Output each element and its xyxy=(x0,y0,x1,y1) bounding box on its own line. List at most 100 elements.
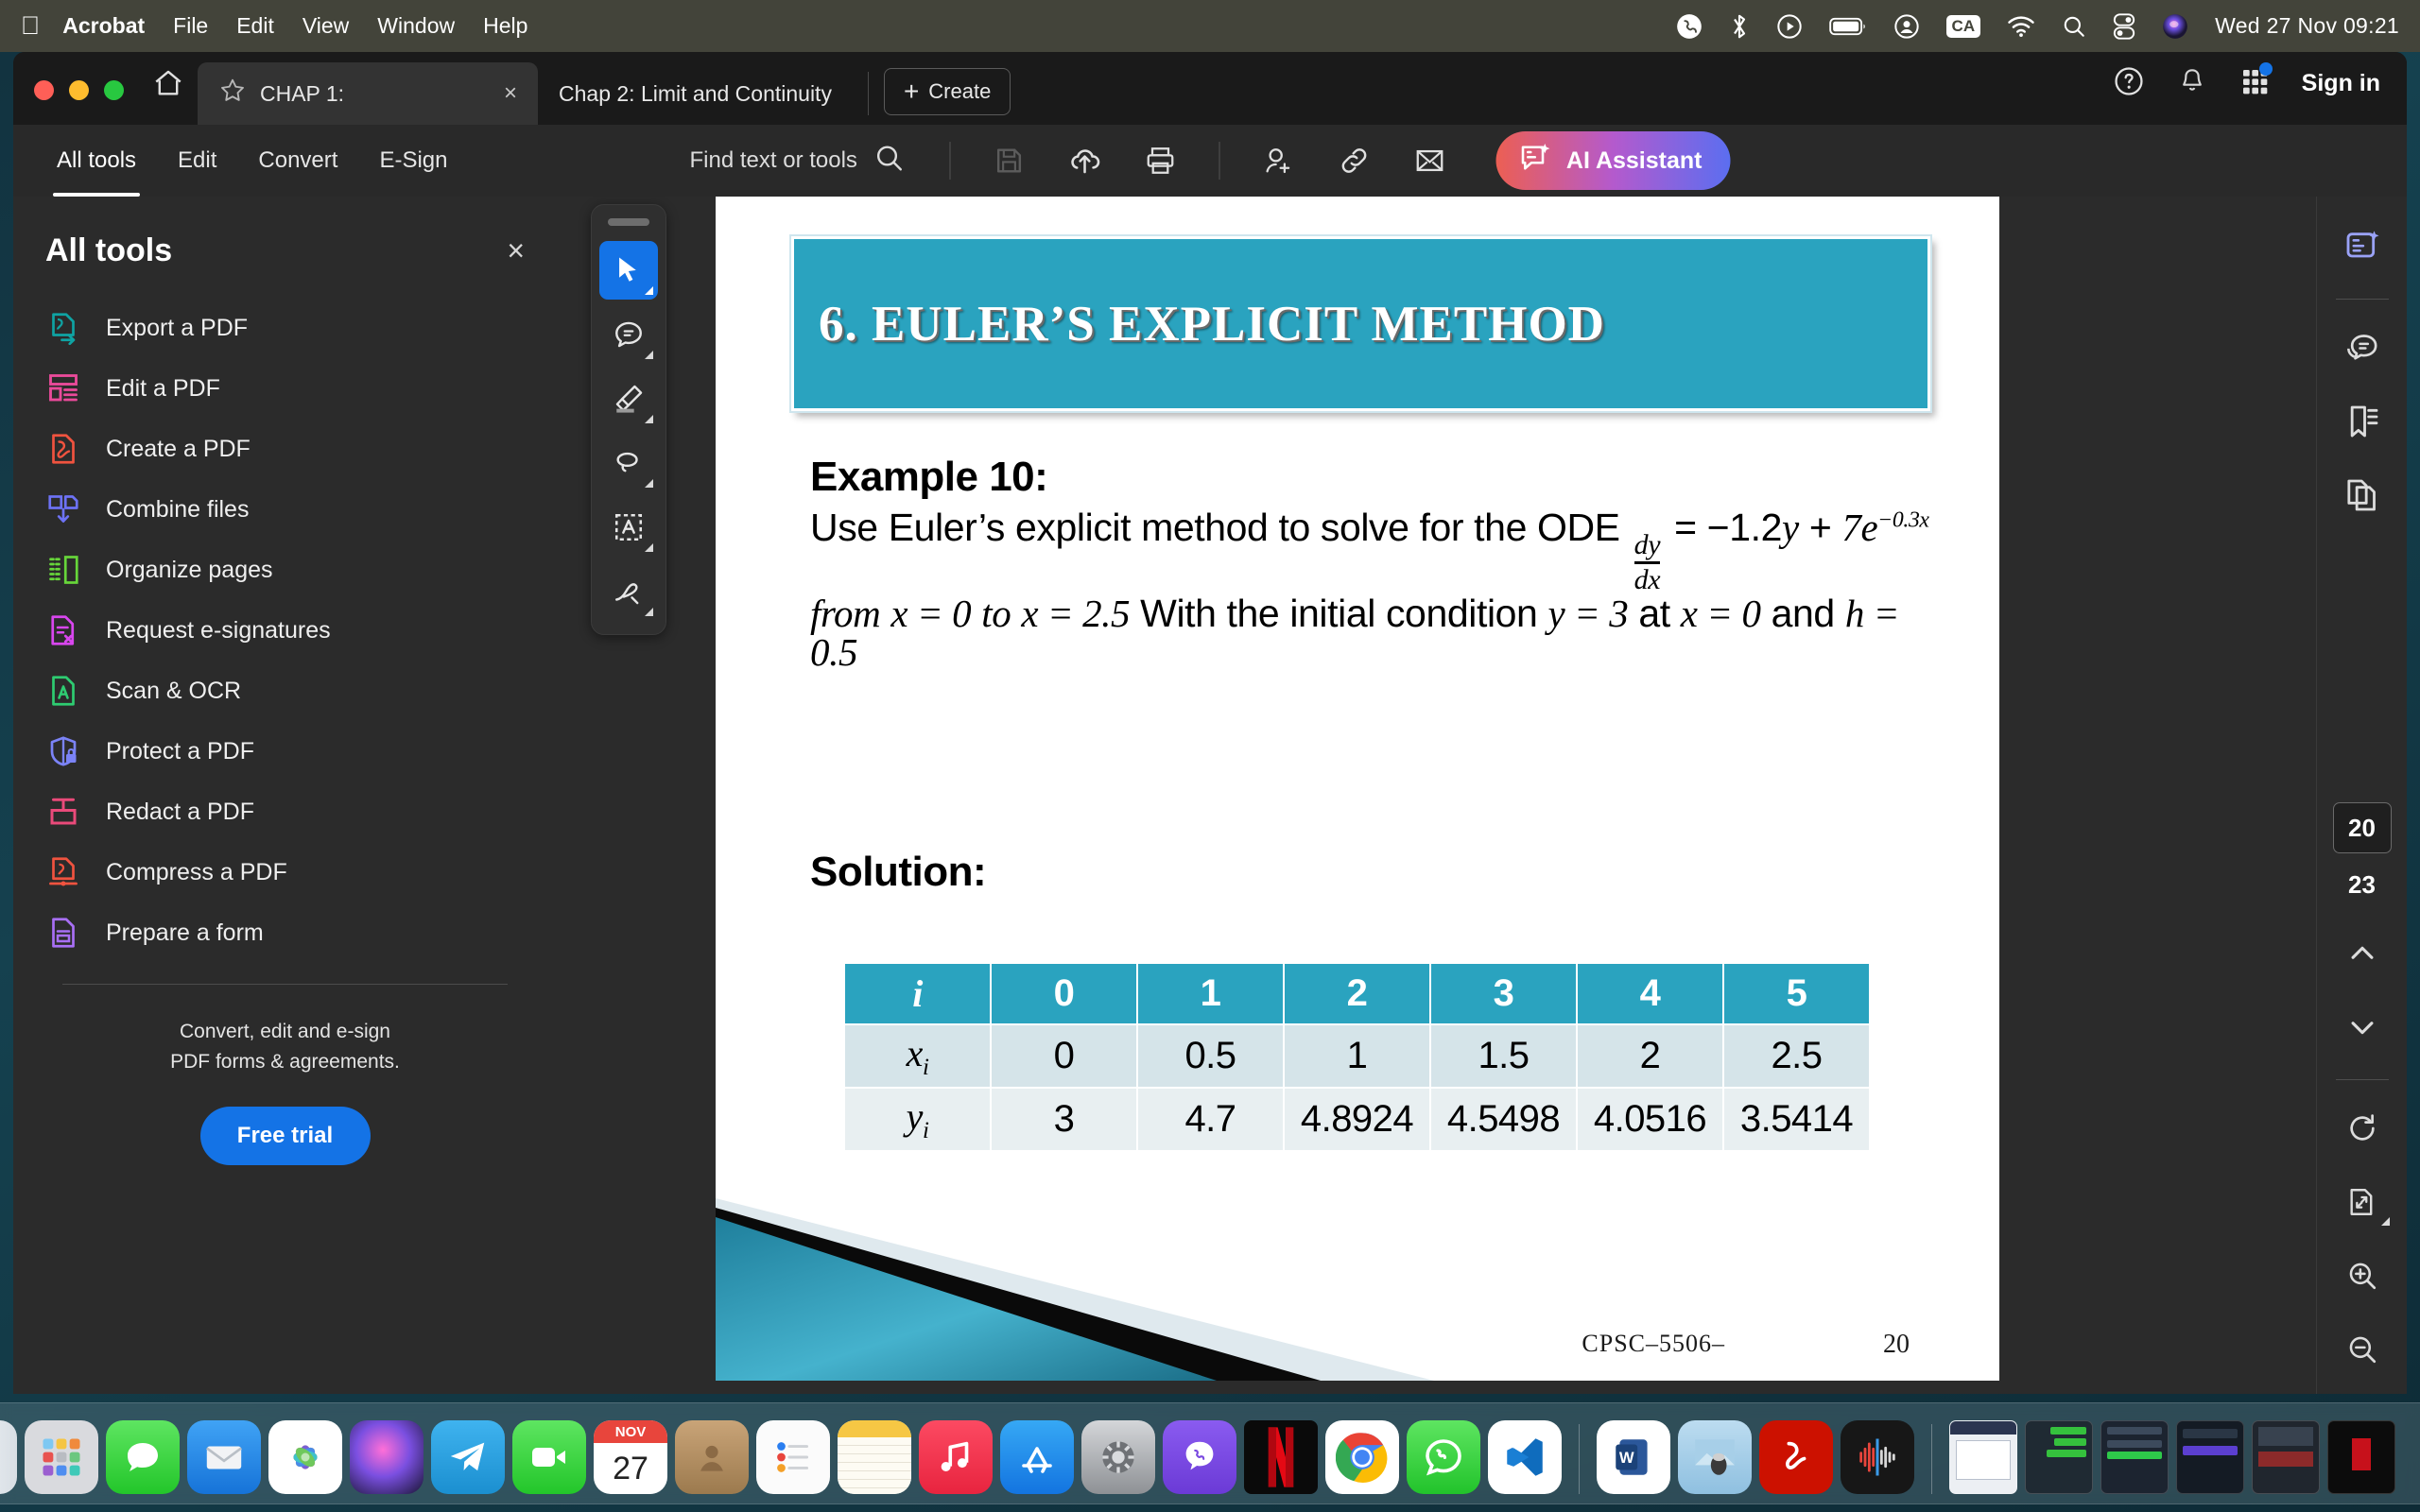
acrobat-icon[interactable] xyxy=(1759,1420,1833,1494)
minimized-window[interactable] xyxy=(2327,1420,2395,1494)
audio-icon[interactable] xyxy=(1841,1420,1914,1494)
menu-view[interactable]: View xyxy=(302,13,349,39)
chevron-up-icon[interactable] xyxy=(2333,924,2392,983)
rotate-icon[interactable] xyxy=(2333,1099,2392,1158)
print-icon[interactable] xyxy=(1136,136,1185,185)
search-icon[interactable] xyxy=(874,143,905,180)
sign-in-button[interactable]: Sign in xyxy=(2302,70,2380,97)
siri-icon[interactable] xyxy=(350,1420,424,1494)
play-circle-icon[interactable] xyxy=(1776,13,1803,40)
menubar-clock[interactable]: Wed 27 Nov 09:21 xyxy=(2215,13,2399,39)
siri-icon[interactable] xyxy=(2162,13,2188,40)
sign-pen-icon[interactable] xyxy=(599,562,658,621)
tab-edit[interactable]: Edit xyxy=(157,125,237,197)
photos-icon[interactable] xyxy=(268,1420,342,1494)
minimize-window-button[interactable] xyxy=(69,80,89,100)
contacts-icon[interactable] xyxy=(675,1420,749,1494)
viber-icon[interactable] xyxy=(1163,1420,1236,1494)
select-cursor-icon[interactable] xyxy=(599,241,658,300)
minimized-window[interactable] xyxy=(2176,1420,2244,1494)
finder-icon[interactable] xyxy=(0,1420,17,1494)
zoom-out-icon[interactable] xyxy=(2333,1320,2392,1379)
bluetooth-icon[interactable] xyxy=(1729,12,1750,41)
page-thumbnails-icon[interactable] xyxy=(2333,466,2392,524)
link-icon[interactable] xyxy=(1330,136,1379,185)
sidebar-item-export-pdf[interactable]: Export a PDF xyxy=(13,298,557,358)
battery-icon[interactable] xyxy=(1828,15,1867,38)
reminders-icon[interactable] xyxy=(756,1420,830,1494)
dropdown-caret-icon[interactable] xyxy=(645,415,653,423)
pdf-page[interactable]: 6. EULER’S EXPLICIT METHOD Example 10: U… xyxy=(716,197,1999,1381)
chevron-down-icon[interactable] xyxy=(2333,998,2392,1057)
menu-window[interactable]: Window xyxy=(377,13,455,39)
tab-close-icon[interactable]: × xyxy=(466,80,517,107)
dropdown-caret-icon[interactable] xyxy=(645,543,653,552)
sidebar-item-combine-files[interactable]: Combine files xyxy=(13,479,557,540)
search-icon[interactable] xyxy=(2062,14,2086,39)
star-icon[interactable] xyxy=(218,77,247,111)
comment-icon[interactable] xyxy=(599,305,658,364)
dropdown-caret-icon[interactable] xyxy=(645,286,653,295)
notes-icon[interactable] xyxy=(838,1420,911,1494)
word-icon[interactable]: W xyxy=(1597,1420,1670,1494)
menu-file[interactable]: File xyxy=(173,13,208,39)
minimized-window[interactable] xyxy=(2252,1420,2320,1494)
viber-icon[interactable] xyxy=(1676,13,1703,40)
tab-esign[interactable]: E-Sign xyxy=(358,125,468,197)
comments-panel-icon[interactable] xyxy=(2333,318,2392,377)
messages-icon[interactable] xyxy=(106,1420,180,1494)
menu-help[interactable]: Help xyxy=(483,13,527,39)
ca-input-icon[interactable]: CA xyxy=(1945,14,1981,38)
home-button[interactable] xyxy=(143,67,198,125)
create-button[interactable]: + Create xyxy=(883,68,1011,115)
tab-chap1[interactable]: CHAP 1: × xyxy=(198,62,538,125)
appstore-icon[interactable] xyxy=(1000,1420,1074,1494)
menubar-app-title[interactable]: Acrobat xyxy=(62,13,145,39)
palette-drag-handle[interactable] xyxy=(608,218,649,226)
wifi-icon[interactable] xyxy=(2007,15,2035,38)
add-person-icon[interactable] xyxy=(1254,136,1304,185)
apple-icon[interactable]:  xyxy=(21,13,40,39)
control-center-icon[interactable] xyxy=(2113,12,2135,40)
minimized-window[interactable] xyxy=(2100,1420,2169,1494)
vscode-icon[interactable] xyxy=(1488,1420,1562,1494)
trash-icon[interactable] xyxy=(2403,1420,2420,1494)
dropdown-caret-icon[interactable] xyxy=(645,608,653,616)
mail-icon[interactable] xyxy=(187,1420,261,1494)
ai-assistant-button[interactable]: AI Assistant xyxy=(1495,131,1731,190)
find-tools-button[interactable]: Find text or tools xyxy=(690,143,929,180)
save-icon[interactable] xyxy=(985,136,1034,185)
current-page-field[interactable]: 20 xyxy=(2332,802,2392,853)
system-settings-icon[interactable] xyxy=(1081,1420,1155,1494)
bookmarks-icon[interactable] xyxy=(2333,392,2392,451)
envelope-icon[interactable] xyxy=(1406,136,1455,185)
sidebar-item-compress-pdf[interactable]: Compress a PDF xyxy=(13,842,557,902)
sidebar-item-request-esignatures[interactable]: Request e-signatures xyxy=(13,600,557,661)
whatsapp-icon[interactable] xyxy=(1407,1420,1480,1494)
add-text-icon[interactable] xyxy=(599,498,658,557)
dropdown-caret-icon[interactable] xyxy=(645,479,653,488)
tab-all-tools[interactable]: All tools xyxy=(36,125,157,197)
sidebar-item-edit-pdf[interactable]: Edit a PDF xyxy=(13,358,557,419)
sidebar-item-create-pdf[interactable]: Create a PDF xyxy=(13,419,557,479)
launchpad-icon[interactable] xyxy=(25,1420,98,1494)
app-grid-icon[interactable] xyxy=(2239,62,2273,101)
facetime-icon[interactable] xyxy=(512,1420,586,1494)
dropdown-caret-icon[interactable] xyxy=(645,351,653,359)
upload-cloud-icon[interactable] xyxy=(1061,136,1110,185)
zoom-in-icon[interactable] xyxy=(2333,1246,2392,1305)
highlight-icon[interactable] xyxy=(599,369,658,428)
ai-summary-icon[interactable] xyxy=(2333,217,2392,276)
minimized-window[interactable] xyxy=(2025,1420,2093,1494)
tab-convert[interactable]: Convert xyxy=(237,125,358,197)
bell-icon[interactable] xyxy=(2177,66,2207,101)
help-circle-icon[interactable] xyxy=(2113,65,2145,102)
preview-icon[interactable] xyxy=(1678,1420,1752,1494)
chrome-icon[interactable] xyxy=(1325,1420,1399,1494)
free-trial-button[interactable]: Free trial xyxy=(199,1107,371,1165)
sidebar-item-scan-ocr[interactable]: Scan & OCR xyxy=(13,661,557,721)
draw-lasso-icon[interactable] xyxy=(599,434,658,492)
fit-page-icon[interactable] xyxy=(2333,1173,2392,1231)
music-icon[interactable] xyxy=(919,1420,993,1494)
menu-edit[interactable]: Edit xyxy=(236,13,274,39)
